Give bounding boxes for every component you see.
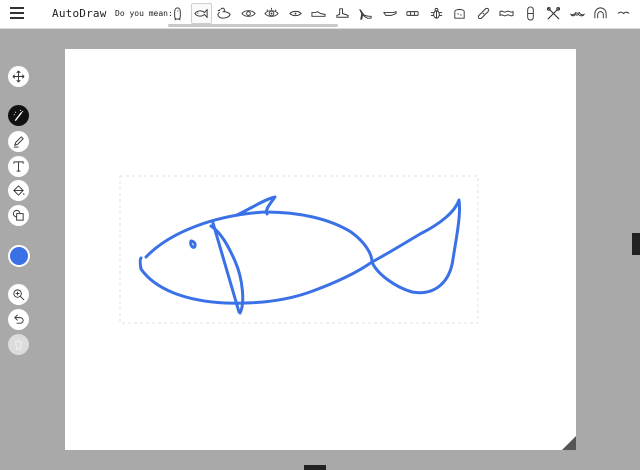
penguin-icon[interactable] xyxy=(167,3,189,24)
suggestions-label: Do you mean: xyxy=(115,9,173,18)
boot-icon[interactable] xyxy=(332,3,354,24)
bacon-icon[interactable] xyxy=(496,3,518,24)
side-panel-handle[interactable] xyxy=(632,233,640,255)
top-bar: AutoDraw Do you mean: xyxy=(0,0,640,29)
bandage-icon[interactable] xyxy=(402,3,424,24)
suggestions-scrollbar[interactable] xyxy=(168,24,338,27)
move-icon[interactable] xyxy=(8,66,29,87)
delete-icon[interactable] xyxy=(8,334,29,355)
selection-box[interactable] xyxy=(119,175,479,324)
fill-icon[interactable] xyxy=(8,180,29,201)
undo-icon[interactable] xyxy=(8,309,29,330)
eye-icon[interactable] xyxy=(238,3,260,24)
sneaker-icon[interactable] xyxy=(308,3,330,24)
shape-icon[interactable] xyxy=(8,205,29,226)
type-icon[interactable] xyxy=(8,156,29,177)
scissors-icon[interactable] xyxy=(543,3,565,24)
app-title: AutoDraw xyxy=(52,7,107,20)
mustache-icon[interactable] xyxy=(567,3,589,24)
draw-icon[interactable] xyxy=(8,131,29,152)
zoom-icon[interactable] xyxy=(8,284,29,305)
arch-icon[interactable] xyxy=(590,3,612,24)
bread-icon[interactable] xyxy=(449,3,471,24)
drawing-canvas[interactable] xyxy=(65,49,576,450)
fish-icon[interactable] xyxy=(190,3,212,24)
pill-icon[interactable] xyxy=(520,3,542,24)
resize-corner[interactable] xyxy=(562,436,576,450)
autodraw-icon[interactable] xyxy=(8,105,29,126)
canvas-drawing xyxy=(119,175,576,450)
color-picker[interactable] xyxy=(7,245,30,267)
bandaid-icon[interactable] xyxy=(473,3,495,24)
eyeball-icon[interactable] xyxy=(261,3,283,24)
menu-icon[interactable] xyxy=(10,7,24,19)
eye-outline-icon[interactable] xyxy=(285,3,307,24)
bottom-panel-handle[interactable] xyxy=(304,465,326,470)
fish-drawing xyxy=(138,195,461,315)
bird-icon[interactable] xyxy=(614,3,636,24)
duck-icon[interactable] xyxy=(214,3,236,24)
suggestions-strip xyxy=(167,3,640,25)
bug-icon[interactable] xyxy=(426,3,448,24)
whistle-icon[interactable] xyxy=(379,3,401,24)
high-heel-icon[interactable] xyxy=(355,3,377,24)
